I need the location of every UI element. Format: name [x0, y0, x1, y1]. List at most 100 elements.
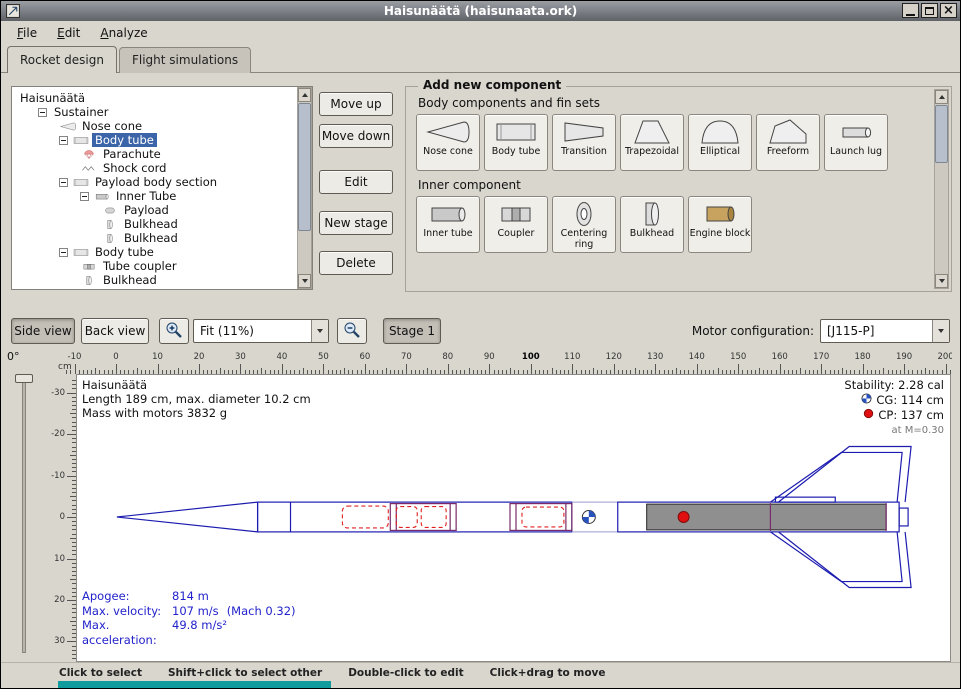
tree-item-bulkhead[interactable]: Bulkhead — [13, 273, 295, 287]
titlebar[interactable]: Haisunäätä (haisunaata.ork) × — [1, 1, 960, 21]
component-palette: Body components and fin setsNose coneBod… — [416, 89, 929, 289]
tree-item-parachute[interactable]: Parachute — [13, 147, 295, 161]
move-up-button[interactable]: Move up — [319, 92, 393, 116]
cg-value: CG: 114 cm — [876, 393, 944, 408]
tree-item-bulkhead[interactable]: Bulkhead — [13, 217, 295, 231]
side-view-button[interactable]: Side view — [11, 318, 75, 344]
bulkhead-icon — [80, 275, 98, 286]
component-button-label: Freeform — [767, 147, 809, 158]
body-tube-icon — [72, 135, 90, 146]
tree-item-label: Inner Tube — [113, 189, 179, 203]
component-button-label: Elliptical — [700, 147, 740, 158]
elliptical-fin-icon — [698, 117, 742, 147]
bulkhead-icon — [101, 233, 119, 244]
edit-button[interactable]: Edit — [319, 170, 393, 194]
add-transition-button[interactable]: Transition — [552, 114, 616, 171]
shock-cord-icon — [80, 163, 98, 174]
teal-strip — [58, 681, 331, 688]
rotation-slider-handle[interactable] — [15, 374, 33, 383]
scroll-up-button[interactable] — [935, 90, 948, 104]
add-elliptical-button[interactable]: Elliptical — [688, 114, 752, 171]
arrow-up-icon — [939, 95, 945, 99]
maximize-button[interactable] — [921, 3, 938, 18]
coupler-icon — [494, 199, 538, 229]
inner-tube-icon — [426, 199, 470, 229]
openrocket-window: Haisunäätä (haisunaata.ork) × FileEditAn… — [0, 0, 961, 689]
rocket-canvas[interactable]: Haisunäätä Length 189 cm, max. diameter … — [76, 374, 951, 662]
add-trapezoidal-button[interactable]: Trapezoidal — [620, 114, 684, 171]
collapse-icon[interactable] — [59, 248, 68, 257]
zoom-select[interactable]: Fit (11%) — [193, 319, 329, 343]
tree-item-label: Payload body section — [92, 175, 220, 189]
back-view-button[interactable]: Back view — [81, 318, 149, 344]
tree-item-label: Sustainer — [51, 105, 111, 119]
flight-stat-label: Max. velocity: — [82, 604, 172, 619]
tree-item-payload-body-section[interactable]: Payload body section — [13, 175, 295, 189]
tree-item-body-tube[interactable]: Body tube — [13, 133, 295, 147]
add-engine-block-button[interactable]: Engine block — [688, 196, 752, 253]
stage-1-button[interactable]: Stage 1 — [383, 318, 441, 344]
zoom-in-button[interactable] — [159, 318, 189, 344]
add-nose-cone-button[interactable]: Nose cone — [416, 114, 480, 171]
delete-button[interactable]: Delete — [319, 251, 393, 275]
flight-stat-label: Apogee: — [82, 589, 172, 604]
move-down-button[interactable]: Move down — [319, 124, 393, 148]
rocket-dimensions: Length 189 cm, max. diameter 10.2 cm — [82, 392, 311, 406]
collapse-icon[interactable] — [59, 136, 68, 145]
component-button-label: Bulkhead — [630, 229, 674, 240]
close-icon: × — [943, 4, 954, 17]
tree-item-label: Parachute — [100, 147, 164, 161]
tree-item-nose-cone[interactable]: Nose cone — [13, 119, 295, 133]
flight-stat-row: Apogee:814 m — [82, 589, 296, 604]
trapezoidal-fin-icon — [630, 117, 674, 147]
rotation-slider-track[interactable] — [22, 377, 26, 653]
tree-item-tube-coupler[interactable]: Tube coupler — [13, 259, 295, 273]
tree-item-inner-tube[interactable]: Inner Tube — [13, 189, 295, 203]
scrollbar-thumb[interactable] — [935, 105, 948, 163]
menu-file[interactable]: File — [7, 23, 47, 43]
body-tube-icon — [72, 177, 90, 188]
tab-flight-simulations[interactable]: Flight simulations — [119, 47, 251, 73]
status-hint: Click+drag to move — [490, 667, 606, 679]
add-coupler-button[interactable]: Coupler — [484, 196, 548, 253]
scrollbar-thumb[interactable] — [298, 103, 311, 231]
transition-icon — [562, 117, 606, 147]
menu-edit[interactable]: Edit — [47, 23, 90, 43]
add-freeform-button[interactable]: Freeform — [756, 114, 820, 171]
add-centering-ring-button[interactable]: Centering ring — [552, 196, 616, 253]
tree-scrollbar[interactable] — [297, 87, 312, 289]
component-tree: HaisunäätäSustainerNose coneBody tubePar… — [13, 88, 295, 288]
add-body-tube-button[interactable]: Body tube — [484, 114, 548, 171]
tree-item-sustainer[interactable]: Sustainer — [13, 105, 295, 119]
zoom-in-icon — [164, 320, 184, 343]
tree-item-label: Tube coupler — [100, 259, 180, 273]
scroll-down-button[interactable] — [298, 274, 311, 288]
flight-stat-note: (Mach 0.32) — [227, 604, 296, 619]
collapse-icon[interactable] — [38, 108, 47, 117]
tab-rocket-design[interactable]: Rocket design — [7, 46, 117, 73]
scroll-up-button[interactable] — [298, 88, 311, 102]
flight-stat-value: 107 m/s — [172, 604, 219, 619]
add-bulkhead-button[interactable]: Bulkhead — [620, 196, 684, 253]
tree-item-bulkhead[interactable]: Bulkhead — [13, 231, 295, 245]
collapse-icon[interactable] — [59, 178, 68, 187]
flight-stats: Apogee:814 mMax. velocity:107 m/s (Mach 0… — [82, 589, 296, 647]
tree-item-body-tube[interactable]: Body tube — [13, 245, 295, 259]
zoom-out-button[interactable] — [337, 318, 367, 344]
new-stage-button[interactable]: New stage — [319, 211, 393, 235]
add-inner-tube-button[interactable]: Inner tube — [416, 196, 480, 253]
palette-scrollbar[interactable] — [934, 89, 949, 289]
collapse-icon[interactable] — [80, 192, 89, 201]
close-button[interactable]: × — [940, 3, 957, 18]
add-launch-lug-button[interactable]: Launch lug — [824, 114, 888, 171]
rotation-angle-label: 0° — [7, 350, 20, 363]
scroll-down-button[interactable] — [935, 274, 948, 288]
tree-item-shock-cord[interactable]: Shock cord — [13, 161, 295, 175]
mach-note: at M=0.30 — [892, 423, 945, 438]
tree-item-haisun-t[interactable]: Haisunäätä — [13, 91, 295, 105]
menu-analyze[interactable]: Analyze — [90, 23, 157, 43]
tree-item-payload[interactable]: Payload — [13, 203, 295, 217]
rocket-design-panel: HaisunäätäSustainerNose coneBody tubePar… — [1, 72, 960, 307]
motor-configuration-select[interactable]: [J115-P] — [820, 319, 950, 343]
minimize-button[interactable] — [902, 3, 919, 18]
